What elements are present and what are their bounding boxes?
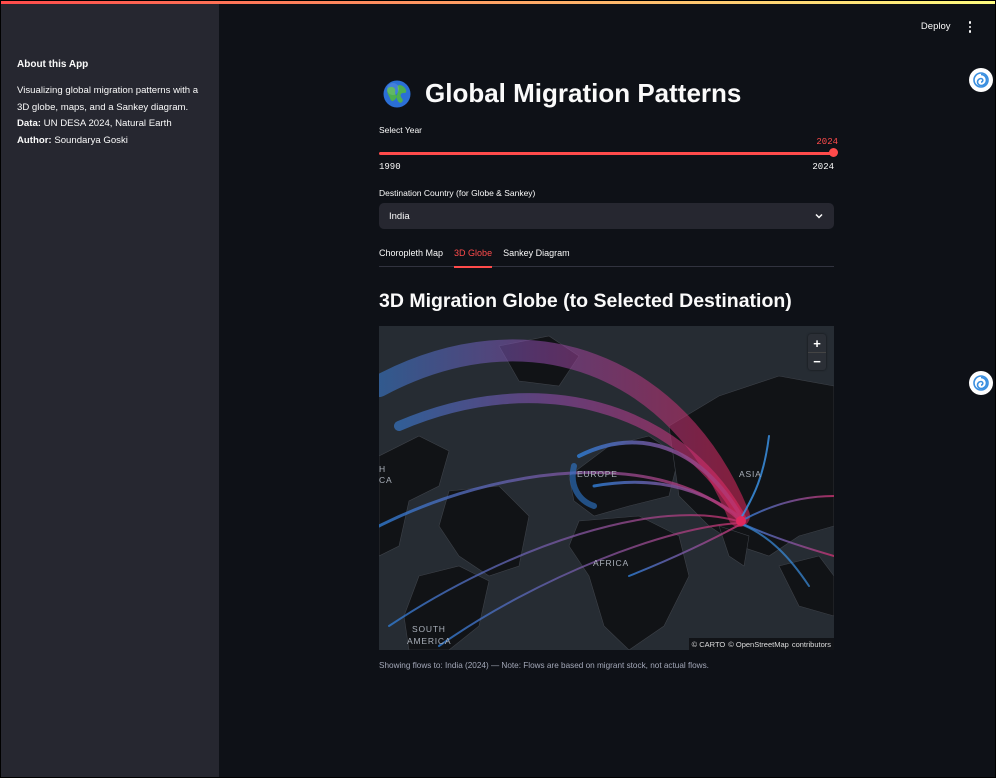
landmasses [379,335,834,650]
map-canvas: EUROPE ASIA AFRICA SOUTH AMERICA H CA [379,335,834,650]
data-label: Data: [17,118,41,130]
sidebar-description-text: Visualizing global migration patterns wi… [17,85,199,113]
region-label-south: SOUTH [412,624,446,634]
region-label-europe: EUROPE [577,469,618,479]
sidebar: About this App Visualizing global migrat… [1,4,219,777]
destination-select-value: India [389,210,410,222]
globe-caption: Showing flows to: India (2024) — Note: F… [379,661,709,670]
swirl-helper-icon[interactable] [969,371,993,395]
tab-bar: Choropleth Map 3D Globe Sankey Diagram [379,241,834,268]
globe-heading: 3D Migration Globe (to Selected Destinat… [379,290,792,312]
chevron-down-icon [815,213,823,219]
deploy-button[interactable]: Deploy [921,21,951,32]
region-label-h: H [379,464,386,474]
destination-label: Destination Country (for Globe & Sankey) [379,188,536,198]
year-slider-value: 2024 [816,137,838,147]
swirl-helper-icon[interactable] [969,68,993,92]
tab-sankey-diagram[interactable]: Sankey Diagram [503,241,570,267]
attribution-contributors: contributors [791,639,831,649]
sidebar-title: About this App [17,59,89,70]
zoom-in-button[interactable]: + [808,334,826,352]
app-window: About this App Visualizing global migrat… [0,0,996,778]
author-label: Author: [17,134,52,146]
year-slider-min: 1990 [379,162,401,172]
year-slider-max: 2024 [812,162,834,172]
header-toolbar: Deploy [921,19,975,35]
attribution-openstreetmap[interactable]: © OpenStreetMap [728,640,789,649]
data-value: UN DESA 2024, Natural Earth [43,118,172,130]
sidebar-description: Visualizing global migration patterns wi… [17,83,203,149]
page-title-text: Global Migration Patterns [425,78,742,108]
region-label-america: AMERICA [407,636,451,646]
globe-emoji-icon [383,80,411,107]
year-slider-label: Select Year [379,125,423,135]
region-label-africa: AFRICA [593,558,629,568]
year-slider-track[interactable] [379,152,834,155]
zoom-controls: + − [808,334,826,370]
region-label-ca: CA [379,475,392,485]
destination-select[interactable]: India [379,203,834,229]
tab-3d-globe[interactable]: 3D Globe [454,241,493,268]
migration-globe-map[interactable]: EUROPE ASIA AFRICA SOUTH AMERICA H CA + … [379,326,834,650]
region-label-asia: ASIA [739,469,762,479]
tab-choropleth-map[interactable]: Choropleth Map [379,241,443,267]
zoom-out-button[interactable]: − [808,352,826,370]
map-attribution: © CARTO © OpenStreetMap contributors [688,638,834,650]
author-value: Soundarya Goski [54,134,128,146]
kebab-menu-icon[interactable] [965,19,976,35]
year-slider-thumb[interactable] [829,148,838,157]
attribution-carto[interactable]: © CARTO [692,640,726,649]
page-title: Global Migration Patterns [382,78,741,109]
destination-marker [736,516,746,526]
